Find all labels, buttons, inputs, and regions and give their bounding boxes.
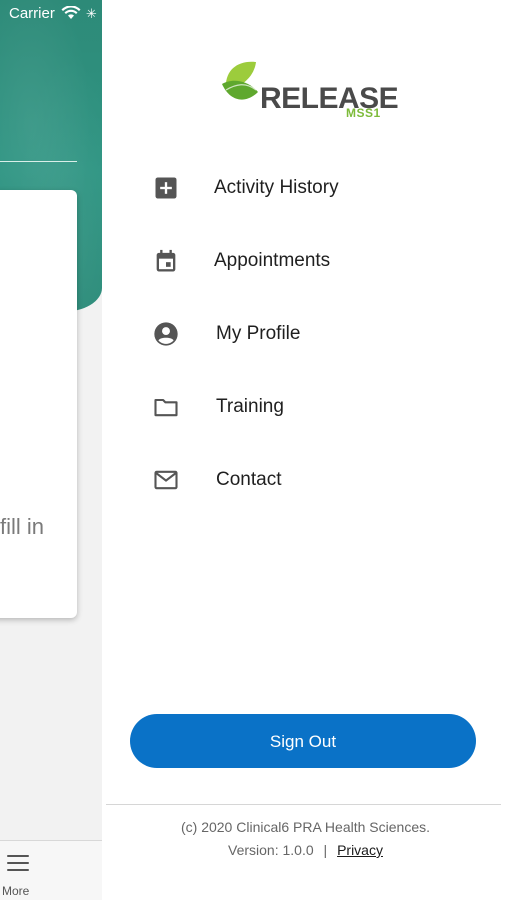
menu-label: Training: [216, 396, 284, 417]
menu-item-training[interactable]: Training: [104, 379, 507, 439]
navigation-drawer: RELEASE MSS1 Activity History Appointmen…: [104, 0, 507, 900]
footer-divider: [106, 804, 501, 805]
background-page: fill in More: [0, 0, 102, 900]
menu-label: Appointments: [214, 250, 331, 271]
logo-subtext: MSS1: [346, 106, 381, 120]
menu-item-contact[interactable]: Contact: [104, 452, 507, 512]
leaf-icon: [222, 61, 258, 100]
menu-item-appointments[interactable]: Appointments: [104, 233, 507, 293]
background-card-text: fill in: [0, 514, 45, 539]
add-box-icon: [155, 177, 177, 199]
copyright-text: (c) 2020 Clinical6 PRA Health Sciences.: [180, 819, 430, 835]
sign-out-button[interactable]: Sign Out: [130, 714, 476, 768]
privacy-link[interactable]: Privacy: [337, 842, 383, 858]
background-divider: [0, 161, 77, 162]
tab-bar: More: [0, 840, 102, 900]
menu-item-activity-history[interactable]: Activity History: [104, 160, 507, 220]
menu-item-my-profile[interactable]: My Profile: [104, 306, 507, 366]
menu-label: Contact: [216, 469, 282, 490]
background-card[interactable]: [0, 190, 77, 618]
calendar-icon: [156, 249, 176, 272]
account-circle-icon: [154, 322, 178, 346]
release-logo: RELEASE MSS1: [218, 56, 399, 126]
version-row: Version: 1.0.0 | Privacy: [104, 842, 507, 858]
version-text: Version: 1.0.0: [228, 842, 314, 858]
menu-label: My Profile: [216, 323, 301, 344]
footer-separator: |: [323, 842, 328, 858]
folder-icon: [154, 398, 178, 417]
menu-icon[interactable]: [7, 855, 29, 871]
tab-more[interactable]: More: [2, 884, 29, 898]
mail-icon: [154, 470, 178, 490]
menu-label: Activity History: [214, 177, 339, 198]
